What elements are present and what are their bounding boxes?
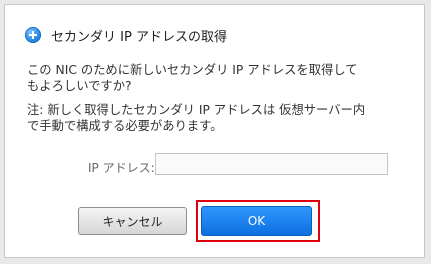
cancel-button[interactable]: キャンセル [78,207,187,235]
ip-address-field[interactable] [155,153,388,175]
ip-address-label: IP アドレス: [88,161,155,175]
note-line-1: 注: 新しく取得したセカンダリ IP アドレスは 仮想サーバー内 [27,103,366,117]
message-line-1: この NIC のために新しいセカンダリ IP アドレスを取得して [27,63,358,77]
note-line-2: で手動で構成する必要があります。 [27,119,223,133]
plus-circle-icon [25,27,41,43]
dialog-title: セカンダリ IP アドレスの取得 [51,29,227,45]
message-line-2: もよろしいですか? [27,79,132,93]
dialog-header: セカンダリ IP アドレスの取得 [25,26,227,45]
confirmation-message: この NIC のために新しいセカンダリ IP アドレスを取得して もよろしいです… [27,62,358,94]
secondary-ip-dialog: セカンダリ IP アドレスの取得 この NIC のために新しいセカンダリ IP … [4,4,425,258]
note-message: 注: 新しく取得したセカンダリ IP アドレスは 仮想サーバー内 で手動で構成す… [27,102,365,134]
ok-button[interactable]: OK [201,206,312,236]
